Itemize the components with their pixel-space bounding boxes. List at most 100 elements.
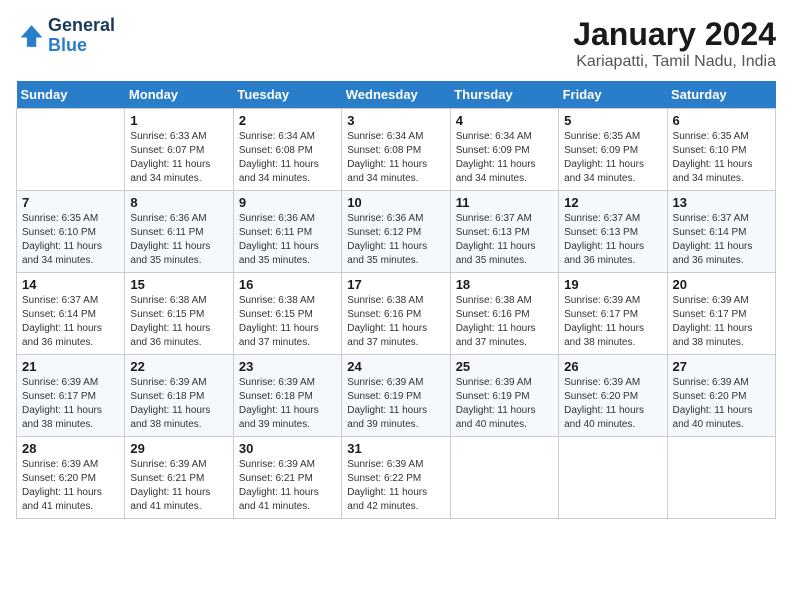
day-number: 15	[130, 277, 227, 292]
calendar-cell	[450, 437, 558, 519]
header-sunday: Sunday	[17, 81, 125, 109]
cell-info: Sunrise: 6:35 AMSunset: 6:09 PMDaylight:…	[564, 130, 661, 186]
calendar-table: SundayMondayTuesdayWednesdayThursdayFrid…	[16, 81, 776, 519]
calendar-cell: 17 Sunrise: 6:38 AMSunset: 6:16 PMDayligh…	[342, 273, 450, 355]
day-number: 2	[239, 113, 336, 128]
cell-info: Sunrise: 6:39 AMSunset: 6:20 PMDaylight:…	[22, 458, 119, 514]
calendar-cell: 3 Sunrise: 6:34 AMSunset: 6:08 PMDaylight…	[342, 109, 450, 191]
cell-info: Sunrise: 6:37 AMSunset: 6:14 PMDaylight:…	[673, 212, 770, 268]
day-number: 9	[239, 195, 336, 210]
cell-info: Sunrise: 6:39 AMSunset: 6:19 PMDaylight:…	[347, 376, 444, 432]
cell-info: Sunrise: 6:39 AMSunset: 6:21 PMDaylight:…	[130, 458, 227, 514]
calendar-cell: 16Sunrise: 6:38 AMSunset: 6:15 PMDayligh…	[233, 273, 341, 355]
cell-info: Sunrise: 6:39 AMSunset: 6:20 PMDaylight:…	[564, 376, 661, 432]
calendar-cell: 24 Sunrise: 6:39 AMSunset: 6:19 PMDayligh…	[342, 355, 450, 437]
cell-info: Sunrise: 6:38 AMSunset: 6:15 PMDaylight:…	[130, 294, 227, 350]
day-number: 7	[22, 195, 119, 210]
cell-info: Sunrise: 6:39 AMSunset: 6:17 PMDaylight:…	[564, 294, 661, 350]
header-tuesday: Tuesday	[233, 81, 341, 109]
calendar-cell: 26 Sunrise: 6:39 AMSunset: 6:20 PMDayligh…	[559, 355, 667, 437]
page-header: General Blue January 2024 Kariapatti, Ta…	[16, 16, 776, 71]
cell-info: Sunrise: 6:35 AMSunset: 6:10 PMDaylight:…	[673, 130, 770, 186]
day-number: 4	[456, 113, 553, 128]
calendar-cell: 1Sunrise: 6:33 AMSunset: 6:07 PMDaylight…	[125, 109, 233, 191]
week-row-2: 7 Sunrise: 6:35 AMSunset: 6:10 PMDaylight…	[17, 191, 776, 273]
logo-text: General Blue	[48, 16, 115, 56]
calendar-cell: 13 Sunrise: 6:37 AMSunset: 6:14 PMDayligh…	[667, 191, 775, 273]
calendar-cell: 7 Sunrise: 6:35 AMSunset: 6:10 PMDaylight…	[17, 191, 125, 273]
calendar-cell: 12 Sunrise: 6:37 AMSunset: 6:13 PMDayligh…	[559, 191, 667, 273]
header-row: SundayMondayTuesdayWednesdayThursdayFrid…	[17, 81, 776, 109]
week-row-5: 28 Sunrise: 6:39 AMSunset: 6:20 PMDayligh…	[17, 437, 776, 519]
day-number: 26	[564, 359, 661, 374]
calendar-cell: 10Sunrise: 6:36 AMSunset: 6:12 PMDayligh…	[342, 191, 450, 273]
calendar-cell: 2 Sunrise: 6:34 AMSunset: 6:08 PMDaylight…	[233, 109, 341, 191]
day-number: 6	[673, 113, 770, 128]
cell-info: Sunrise: 6:39 AMSunset: 6:22 PMDaylight:…	[347, 458, 444, 514]
calendar-cell	[17, 109, 125, 191]
cell-info: Sunrise: 6:39 AMSunset: 6:21 PMDaylight:…	[239, 458, 336, 514]
day-number: 30	[239, 441, 336, 456]
day-number: 22	[130, 359, 227, 374]
day-number: 17	[347, 277, 444, 292]
calendar-cell: 4 Sunrise: 6:34 AMSunset: 6:09 PMDaylight…	[450, 109, 558, 191]
day-number: 16	[239, 277, 336, 292]
day-number: 27	[673, 359, 770, 374]
day-number: 11	[456, 195, 553, 210]
day-number: 20	[673, 277, 770, 292]
cell-info: Sunrise: 6:39 AMSunset: 6:17 PMDaylight:…	[22, 376, 119, 432]
week-row-4: 21 Sunrise: 6:39 AMSunset: 6:17 PMDayligh…	[17, 355, 776, 437]
day-number: 13	[673, 195, 770, 210]
cell-info: Sunrise: 6:39 AMSunset: 6:19 PMDaylight:…	[456, 376, 553, 432]
header-thursday: Thursday	[450, 81, 558, 109]
calendar-cell: 19 Sunrise: 6:39 AMSunset: 6:17 PMDayligh…	[559, 273, 667, 355]
header-saturday: Saturday	[667, 81, 775, 109]
day-number: 1	[130, 113, 227, 128]
cell-info: Sunrise: 6:39 AMSunset: 6:18 PMDaylight:…	[130, 376, 227, 432]
calendar-cell: 9 Sunrise: 6:36 AMSunset: 6:11 PMDaylight…	[233, 191, 341, 273]
calendar-cell: 6 Sunrise: 6:35 AMSunset: 6:10 PMDaylight…	[667, 109, 775, 191]
calendar-cell: 14 Sunrise: 6:37 AMSunset: 6:14 PMDayligh…	[17, 273, 125, 355]
calendar-cell: 25 Sunrise: 6:39 AMSunset: 6:19 PMDayligh…	[450, 355, 558, 437]
day-number: 19	[564, 277, 661, 292]
week-row-1: 1Sunrise: 6:33 AMSunset: 6:07 PMDaylight…	[17, 109, 776, 191]
day-number: 28	[22, 441, 119, 456]
title-area: January 2024 Kariapatti, Tamil Nadu, Ind…	[573, 16, 776, 71]
day-number: 25	[456, 359, 553, 374]
main-title: January 2024	[573, 16, 776, 53]
day-number: 21	[22, 359, 119, 374]
cell-info: Sunrise: 6:37 AMSunset: 6:13 PMDaylight:…	[456, 212, 553, 268]
cell-info: Sunrise: 6:39 AMSunset: 6:17 PMDaylight:…	[673, 294, 770, 350]
header-wednesday: Wednesday	[342, 81, 450, 109]
cell-info: Sunrise: 6:37 AMSunset: 6:14 PMDaylight:…	[22, 294, 119, 350]
cell-info: Sunrise: 6:39 AMSunset: 6:20 PMDaylight:…	[673, 376, 770, 432]
cell-info: Sunrise: 6:36 AMSunset: 6:11 PMDaylight:…	[130, 212, 227, 268]
day-number: 23	[239, 359, 336, 374]
calendar-cell: 15 Sunrise: 6:38 AMSunset: 6:15 PMDayligh…	[125, 273, 233, 355]
cell-info: Sunrise: 6:34 AMSunset: 6:09 PMDaylight:…	[456, 130, 553, 186]
calendar-cell: 18Sunrise: 6:38 AMSunset: 6:16 PMDayligh…	[450, 273, 558, 355]
day-number: 3	[347, 113, 444, 128]
calendar-cell	[667, 437, 775, 519]
day-number: 12	[564, 195, 661, 210]
calendar-cell: 28 Sunrise: 6:39 AMSunset: 6:20 PMDayligh…	[17, 437, 125, 519]
calendar-cell: 27 Sunrise: 6:39 AMSunset: 6:20 PMDayligh…	[667, 355, 775, 437]
cell-info: Sunrise: 6:34 AMSunset: 6:08 PMDaylight:…	[347, 130, 444, 186]
cell-info: Sunrise: 6:38 AMSunset: 6:16 PMDaylight:…	[456, 294, 553, 350]
cell-info: Sunrise: 6:34 AMSunset: 6:08 PMDaylight:…	[239, 130, 336, 186]
cell-info: Sunrise: 6:36 AMSunset: 6:11 PMDaylight:…	[239, 212, 336, 268]
calendar-cell	[559, 437, 667, 519]
calendar-cell: 20 Sunrise: 6:39 AMSunset: 6:17 PMDayligh…	[667, 273, 775, 355]
calendar-cell: 30 Sunrise: 6:39 AMSunset: 6:21 PMDayligh…	[233, 437, 341, 519]
calendar-cell: 8Sunrise: 6:36 AMSunset: 6:11 PMDaylight…	[125, 191, 233, 273]
day-number: 14	[22, 277, 119, 292]
cell-info: Sunrise: 6:37 AMSunset: 6:13 PMDaylight:…	[564, 212, 661, 268]
day-number: 10	[347, 195, 444, 210]
cell-info: Sunrise: 6:35 AMSunset: 6:10 PMDaylight:…	[22, 212, 119, 268]
logo-icon	[16, 22, 44, 50]
day-number: 24	[347, 359, 444, 374]
cell-info: Sunrise: 6:38 AMSunset: 6:16 PMDaylight:…	[347, 294, 444, 350]
calendar-cell: 29Sunrise: 6:39 AMSunset: 6:21 PMDayligh…	[125, 437, 233, 519]
calendar-cell: 23Sunrise: 6:39 AMSunset: 6:18 PMDayligh…	[233, 355, 341, 437]
header-monday: Monday	[125, 81, 233, 109]
